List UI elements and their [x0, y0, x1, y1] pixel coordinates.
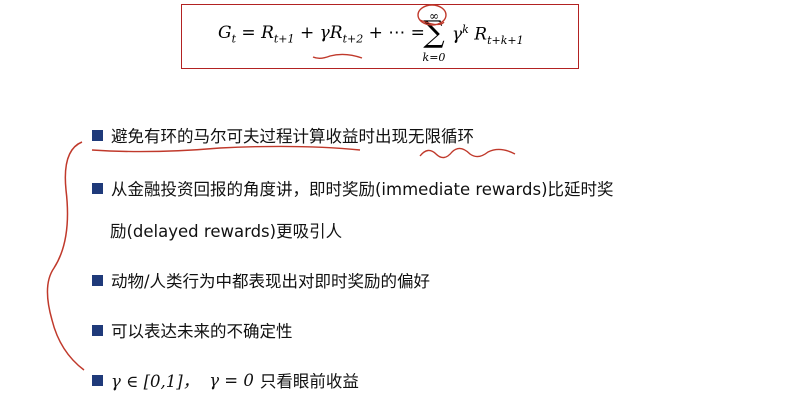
underline-annotation — [91, 145, 361, 153]
circle-annotation — [417, 4, 447, 26]
underline-annotation — [312, 53, 363, 59]
handwritten-annotations — [46, 4, 516, 371]
brace-annotation — [46, 141, 85, 371]
squiggle-annotation — [419, 147, 516, 159]
